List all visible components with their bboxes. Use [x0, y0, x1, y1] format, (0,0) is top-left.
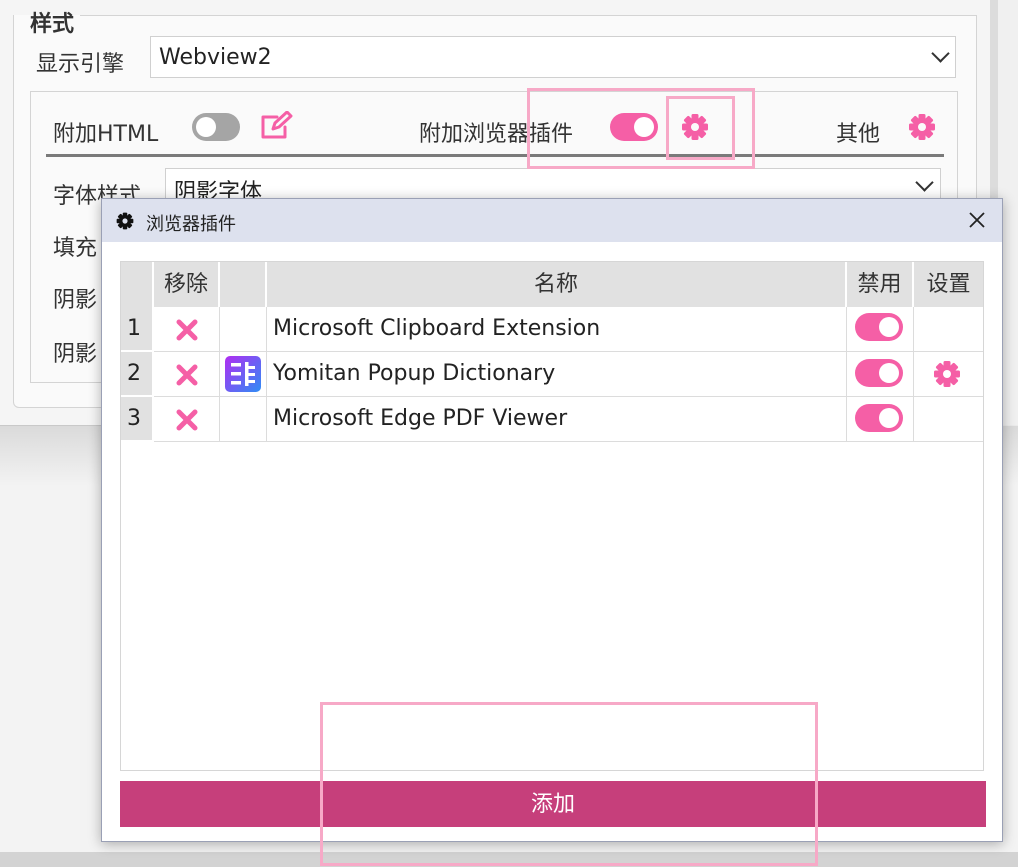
row-number: 1 — [121, 307, 154, 352]
toggle-knob — [634, 117, 654, 137]
tab-append-html[interactable]: 附加HTML — [53, 116, 158, 148]
edit-icon[interactable] — [259, 111, 293, 141]
plugin-toggle-cell — [847, 307, 914, 352]
remove-button[interactable] — [154, 352, 220, 397]
browser-plugins-toggle[interactable] — [610, 113, 658, 141]
gear-icon[interactable] — [908, 113, 936, 141]
tab-separator — [46, 154, 944, 157]
tab-browser-plugins[interactable]: 附加浏览器插件 — [419, 116, 573, 148]
plugin-settings-cell — [914, 307, 983, 352]
yomitan-icon — [225, 356, 261, 392]
header-settings: 设置 — [914, 262, 983, 307]
toggle-knob — [879, 317, 899, 337]
plugin-name: Yomitan Popup Dictionary — [267, 352, 847, 397]
gear-icon[interactable] — [681, 113, 709, 141]
gear-icon — [116, 212, 134, 230]
toggle-knob — [196, 117, 216, 137]
header-remove: 移除 — [154, 262, 220, 307]
tab-other[interactable]: 其他 — [836, 116, 880, 148]
plugins-table: 移除 名称 禁用 设置 1 Microsoft Clipboard Extens… — [120, 261, 984, 771]
close-icon[interactable] — [968, 211, 986, 229]
shadow-label: 阴影 — [53, 342, 98, 367]
engine-select[interactable]: Webview2 — [150, 36, 956, 78]
dialog-title: 浏览器插件 — [146, 214, 236, 235]
plugin-name: Microsoft Clipboard Extension — [267, 307, 847, 352]
plugin-icon-cell — [220, 352, 267, 397]
remove-icon — [176, 319, 198, 341]
browser-plugins-dialog: 浏览器插件 移除 名称 禁用 设置 1 Microsoft Clipboard … — [101, 198, 1003, 842]
plugin-icon-cell — [220, 307, 267, 352]
remove-icon — [176, 409, 198, 431]
plugin-toggle-cell — [847, 397, 914, 442]
groupbox-top-border — [80, 15, 976, 16]
engine-label: 显示引擎 — [36, 52, 125, 77]
plugin-enable-toggle[interactable] — [855, 404, 903, 432]
toggle-knob — [879, 408, 899, 428]
row-number: 3 — [121, 397, 154, 442]
toggle-knob — [879, 363, 899, 383]
plugin-enable-toggle[interactable] — [855, 359, 903, 387]
gear-icon[interactable] — [933, 360, 961, 388]
plugin-settings-cell — [914, 352, 983, 397]
fill-label: 填充 — [53, 236, 98, 261]
plugin-name: Microsoft Edge PDF Viewer — [267, 397, 847, 442]
dialog-titlebar[interactable]: 浏览器插件 — [102, 199, 1002, 242]
window-bottom-edge — [0, 852, 1018, 867]
plugin-toggle-cell — [847, 352, 914, 397]
row-number: 2 — [121, 352, 154, 397]
engine-select-value: Webview2 — [159, 45, 272, 70]
add-button[interactable]: 添加 — [120, 781, 986, 827]
remove-icon — [176, 364, 198, 386]
corner-header — [121, 262, 154, 307]
header-disable: 禁用 — [847, 262, 914, 307]
chevron-down-icon — [931, 44, 950, 63]
plugin-icon-cell — [220, 397, 267, 442]
plugin-enable-toggle[interactable] — [855, 313, 903, 341]
remove-button[interactable] — [154, 307, 220, 352]
style-group-title: 样式 — [30, 12, 75, 37]
header-name: 名称 — [267, 262, 847, 307]
shadow-label: 阴影 — [53, 288, 98, 313]
plugin-settings-cell — [914, 397, 983, 442]
header-icon — [220, 262, 267, 307]
remove-button[interactable] — [154, 397, 220, 442]
append-html-toggle[interactable] — [192, 113, 240, 141]
chevron-down-icon — [915, 173, 934, 192]
